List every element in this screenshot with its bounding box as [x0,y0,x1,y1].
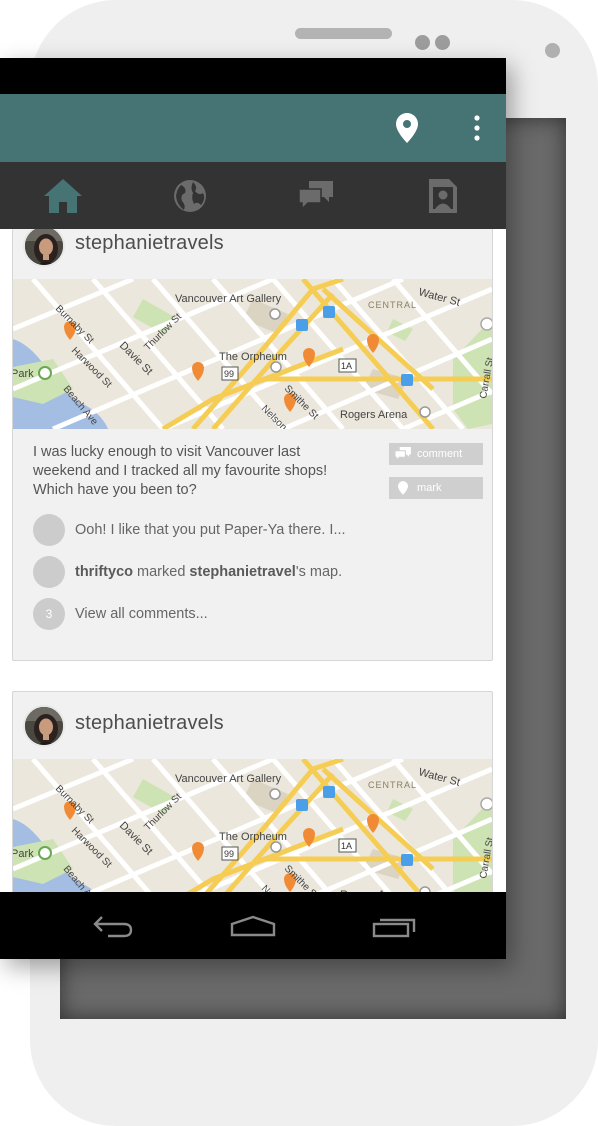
post-header: stephanietravels [13,229,492,279]
tab-messages[interactable] [253,162,380,229]
comment-button[interactable]: comment [389,443,483,465]
post-header: stephanietravels [13,692,492,759]
map-label: Vancouver Art Gallery [175,293,282,305]
map-label: 1A [341,841,352,851]
system-nav-bar [0,892,506,959]
map-label: CENTRAL [368,300,417,310]
activity-verb: marked [133,564,190,580]
activity-item[interactable]: thriftyco marked stephanietravel's map. [33,556,342,588]
mark-button[interactable]: mark [389,477,483,499]
commenter-avatar [33,556,65,588]
map-label: Vancouver Art Gallery [175,773,282,785]
overflow-menu-button[interactable] [452,94,502,162]
recent-apps-button[interactable] [354,892,434,959]
map-label: Rogers Arena [340,409,408,421]
home-icon [44,178,83,213]
app-screen: stephanietravels Vancouver Art Gallery W… [0,58,506,959]
tab-bar [0,162,506,229]
map-label: Park [13,368,34,380]
comment-item[interactable]: Ooh! I like that you put Paper-Ya there.… [33,514,346,546]
home-outline-icon [230,915,276,936]
post-text-line: weekend and I tracked all my favourite s… [33,463,328,479]
mark-label: mark [417,482,442,494]
comment-count-badge: 3 [33,598,65,630]
status-bar [0,58,506,94]
map-label: The Orpheum [219,351,287,363]
comment-icon [389,447,417,461]
activity-user[interactable]: thriftyco [75,564,133,580]
map-label: The Orpheum [219,831,287,843]
comment-label: comment [417,448,463,460]
post-text-line: I was lucky enough to visit Vancouver la… [33,444,301,460]
post-username[interactable]: stephanietravels [75,712,224,735]
commenter-avatar [33,514,65,546]
home-button[interactable] [213,892,293,959]
post-map[interactable]: Vancouver Art Gallery Water St CENTRAL B… [13,759,492,892]
avatar[interactable] [23,229,65,267]
action-bar [0,94,506,162]
view-all-comments[interactable]: 3 View all comments... [33,598,208,630]
map-label: CENTRAL [368,780,417,790]
post-map[interactable]: Vancouver Art Gallery Water St CENTRAL B… [13,279,492,429]
post-username[interactable]: stephanietravels [75,232,224,255]
tab-profile[interactable] [380,162,507,229]
post-card: stephanietravels Vancouver Art Gallery W… [12,229,493,661]
phone-sensor [415,35,430,50]
recent-apps-icon [372,918,416,937]
phone-speaker [295,28,392,39]
comment-text: Ooh! I like that you put Paper-Ya there.… [75,522,346,538]
map-label: 99 [224,849,234,859]
phone-camera [545,43,560,58]
map-label: Park [13,848,34,860]
location-pin-icon [396,113,418,143]
pin-icon [389,481,417,495]
activity-target[interactable]: stephanietravel [189,564,295,580]
back-button[interactable] [73,892,153,959]
feed[interactable]: stephanietravels Vancouver Art Gallery W… [0,229,506,892]
tab-home[interactable] [0,162,127,229]
phone-sensor [435,35,450,50]
chat-icon [299,180,334,211]
post-text: I was lucky enough to visit Vancouver la… [33,443,373,500]
overflow-menu-icon [474,115,480,141]
post-text-line: Which have you been to? [33,482,197,498]
map-label: 1A [341,361,352,371]
tab-explore[interactable] [127,162,254,229]
post-card: stephanietravels Vancouver Art Gallery W… [12,691,493,892]
back-icon [93,915,133,937]
avatar[interactable] [23,705,65,747]
activity-text: thriftyco marked stephanietravel's map. [75,564,342,580]
activity-suffix: 's map. [295,564,343,580]
location-button[interactable] [382,94,432,162]
globe-icon [173,179,206,212]
view-all-label: View all comments... [75,606,208,622]
map-label: 99 [224,369,234,379]
profile-card-icon [428,178,457,213]
